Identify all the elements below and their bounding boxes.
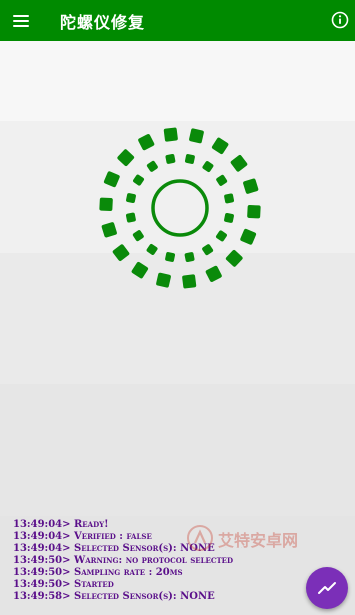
log-line: 13:49:50> Started (13, 579, 114, 590)
sensor-dot (101, 222, 117, 238)
log-line: 13:49:58> Selected Sensor(s): NONE (13, 591, 215, 602)
chart-fab-button[interactable] (306, 567, 348, 609)
log-line: 13:49:50> Warning: no protocol selected (13, 555, 234, 566)
sensor-dot (165, 252, 176, 262)
background-band (0, 41, 355, 121)
gyroscope-sensor-graphic (99, 127, 261, 289)
sensor-dot (112, 244, 130, 261)
sensor-dot (202, 244, 214, 256)
sensor-dot (163, 127, 178, 142)
trending-up-chart-icon (318, 582, 336, 594)
sensor-dot (131, 261, 149, 279)
sensor-dot (165, 153, 176, 164)
sensor-dot (126, 193, 136, 204)
sensor-dot (216, 174, 228, 186)
watermark-logo-icon (187, 525, 213, 551)
log-line: 13:49:50> Sampling rate : 20ms (13, 567, 183, 578)
app-bar: 陀螺仪修复 (0, 0, 355, 41)
sensor-dot (132, 230, 144, 242)
sensor-dot (205, 265, 222, 282)
sensor-dot (146, 244, 158, 255)
sensor-dot (99, 197, 113, 212)
sensor-dot (146, 160, 158, 172)
sensor-dot (224, 193, 235, 204)
sensor-dot (224, 212, 234, 223)
sensor-dot (216, 230, 227, 242)
watermark: 艾特安卓网 · · · · · · · (186, 524, 304, 554)
menu-button[interactable] (0, 0, 42, 41)
background-band (0, 384, 355, 516)
app-title: 陀螺仪修复 (60, 12, 146, 32)
sensor-dot (230, 155, 248, 172)
sensor-dot (240, 228, 257, 245)
sensor-dot (133, 174, 144, 186)
sensor-dot (211, 137, 229, 155)
sensor-dot (225, 249, 243, 267)
sensor-dot (103, 171, 120, 188)
sensor-dot (125, 212, 136, 223)
outer-dot-ring (99, 127, 261, 289)
sensor-dot (202, 161, 214, 172)
center-ring (151, 179, 209, 237)
sensor-dot (184, 252, 195, 263)
sensor-dot (189, 128, 204, 144)
sensor-dot (138, 134, 155, 151)
sensor-dot (117, 149, 135, 167)
sensor-dot (247, 204, 261, 219)
hamburger-menu-icon (13, 14, 29, 27)
sensor-dot (243, 178, 259, 194)
sensor-dot (184, 154, 195, 164)
sensor-dot (156, 272, 171, 288)
sensor-dot (182, 274, 197, 289)
info-icon[interactable] (331, 11, 349, 29)
inner-dot-ring (125, 153, 235, 263)
watermark-subtext: · · · · · · · (220, 545, 254, 551)
